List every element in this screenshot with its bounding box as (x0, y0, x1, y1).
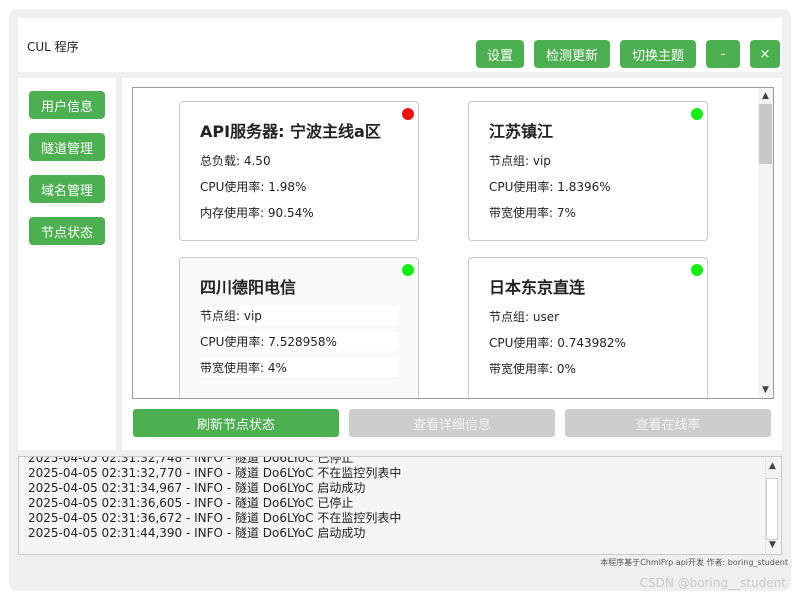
vertical-scrollbar[interactable]: ▲ ▼ (758, 88, 773, 398)
header-bar: CUL 程序 设置 检测更新 切换主题 - × (18, 18, 782, 72)
node-card[interactable]: 江苏镇江 节点组: vip CPU使用率: 1.8396% 带宽使用率: 7% (468, 101, 708, 241)
view-details-button[interactable]: 查看详细信息 (349, 409, 555, 437)
log-scrollbar-thumb[interactable] (766, 478, 778, 540)
app-window: CUL 程序 设置 检测更新 切换主题 - × 用户信息 隧道管理 域名管理 节… (9, 9, 791, 591)
status-dot (402, 108, 414, 120)
minimize-button[interactable]: - (706, 40, 740, 68)
node-info-line: 节点组: vip (489, 154, 551, 168)
scroll-up-arrow-icon[interactable]: ▲ (760, 90, 771, 102)
view-online-rate-button[interactable]: 查看在线率 (565, 409, 771, 437)
node-info-line: 节点组: user (489, 310, 560, 324)
scroll-down-arrow-icon[interactable]: ▼ (767, 539, 778, 551)
close-button[interactable]: × (750, 40, 780, 68)
node-info-line: 节点组: vip (200, 306, 398, 325)
node-status-panel: API服务器: 宁波主线a区 总负载: 4.50 CPU使用率: 1.98% 内… (122, 78, 782, 450)
node-info-line: 内存使用率: 90.54% (200, 206, 314, 220)
node-title: API服务器: 宁波主线a区 (200, 122, 381, 141)
node-title: 江苏镇江 (489, 122, 554, 141)
sidebar-item-user-info[interactable]: 用户信息 (29, 91, 105, 119)
node-info-line: 带宽使用率: 7% (489, 206, 576, 220)
log-line: 2025-04-05 02:31:32,770 - INFO - 隧道 Do6L… (28, 466, 402, 480)
node-card[interactable]: 四川德阳电信 节点组: vip CPU使用率: 7.528958% 带宽使用率:… (179, 257, 419, 398)
node-info-line: 带宽使用率: 4% (200, 358, 398, 377)
node-title: 日本东京直连 (489, 278, 586, 297)
sidebar-item-node-status[interactable]: 节点状态 (29, 217, 105, 245)
log-line: 2025-04-05 02:31:36,672 - INFO - 隧道 Do6L… (28, 511, 402, 525)
node-info-line: CPU使用率: 7.528958% (200, 332, 398, 351)
node-info-line: CPU使用率: 1.98% (200, 180, 307, 194)
log-line: 2025-04-05 02:31:44,390 - INFO - 隧道 Do6L… (28, 526, 366, 540)
scroll-up-arrow-icon[interactable]: ▲ (767, 460, 778, 472)
node-info-line: CPU使用率: 1.8396% (489, 180, 611, 194)
refresh-node-status-button[interactable]: 刷新节点状态 (133, 409, 339, 437)
log-line: 2025-04-05 02:31:36,605 - INFO - 隧道 Do6L… (28, 496, 354, 510)
log-line: 2025-04-05 02:31:32,748 - INFO - 隧道 Do6L… (28, 456, 354, 465)
watermark: CSDN @boring__student (639, 576, 786, 590)
node-info-line: 总负载: 4.50 (200, 154, 271, 168)
node-title: 四川德阳电信 (200, 278, 297, 297)
node-card[interactable]: API服务器: 宁波主线a区 总负载: 4.50 CPU使用率: 1.98% 内… (179, 101, 419, 241)
node-card-scroll-area[interactable]: API服务器: 宁波主线a区 总负载: 4.50 CPU使用率: 1.98% 内… (132, 87, 774, 399)
settings-button[interactable]: 设置 (476, 40, 524, 68)
node-card[interactable]: 日本东京直连 节点组: user CPU使用率: 0.743982% 带宽使用率… (468, 257, 708, 398)
sidebar-item-tunnel-management[interactable]: 隧道管理 (29, 133, 105, 161)
node-info-line: CPU使用率: 0.743982% (489, 336, 626, 350)
app-title: CUL 程序 (27, 40, 79, 54)
switch-theme-button[interactable]: 切换主题 (620, 40, 696, 68)
log-lines: 2025-04-05 02:31:32,748 - INFO - 隧道 Do6L… (28, 456, 402, 541)
footer-credit: 本程序基于ChmlFrp api开发 作者: boring_student (600, 558, 788, 567)
status-dot (691, 108, 703, 120)
node-info-line: 带宽使用率: 0% (489, 362, 576, 376)
log-scrollbar[interactable]: ▲ ▼ (765, 458, 780, 553)
log-output[interactable]: 2025-04-05 02:31:32,748 - INFO - 隧道 Do6L… (18, 456, 782, 555)
sidebar-item-domain-management[interactable]: 域名管理 (29, 175, 105, 203)
sidebar: 用户信息 隧道管理 域名管理 节点状态 (18, 78, 116, 450)
status-dot (402, 264, 414, 276)
check-update-button[interactable]: 检测更新 (534, 40, 610, 68)
status-dot (691, 264, 703, 276)
scroll-down-arrow-icon[interactable]: ▼ (760, 384, 771, 396)
scrollbar-thumb[interactable] (759, 104, 772, 164)
log-line: 2025-04-05 02:31:34,967 - INFO - 隧道 Do6L… (28, 481, 366, 495)
